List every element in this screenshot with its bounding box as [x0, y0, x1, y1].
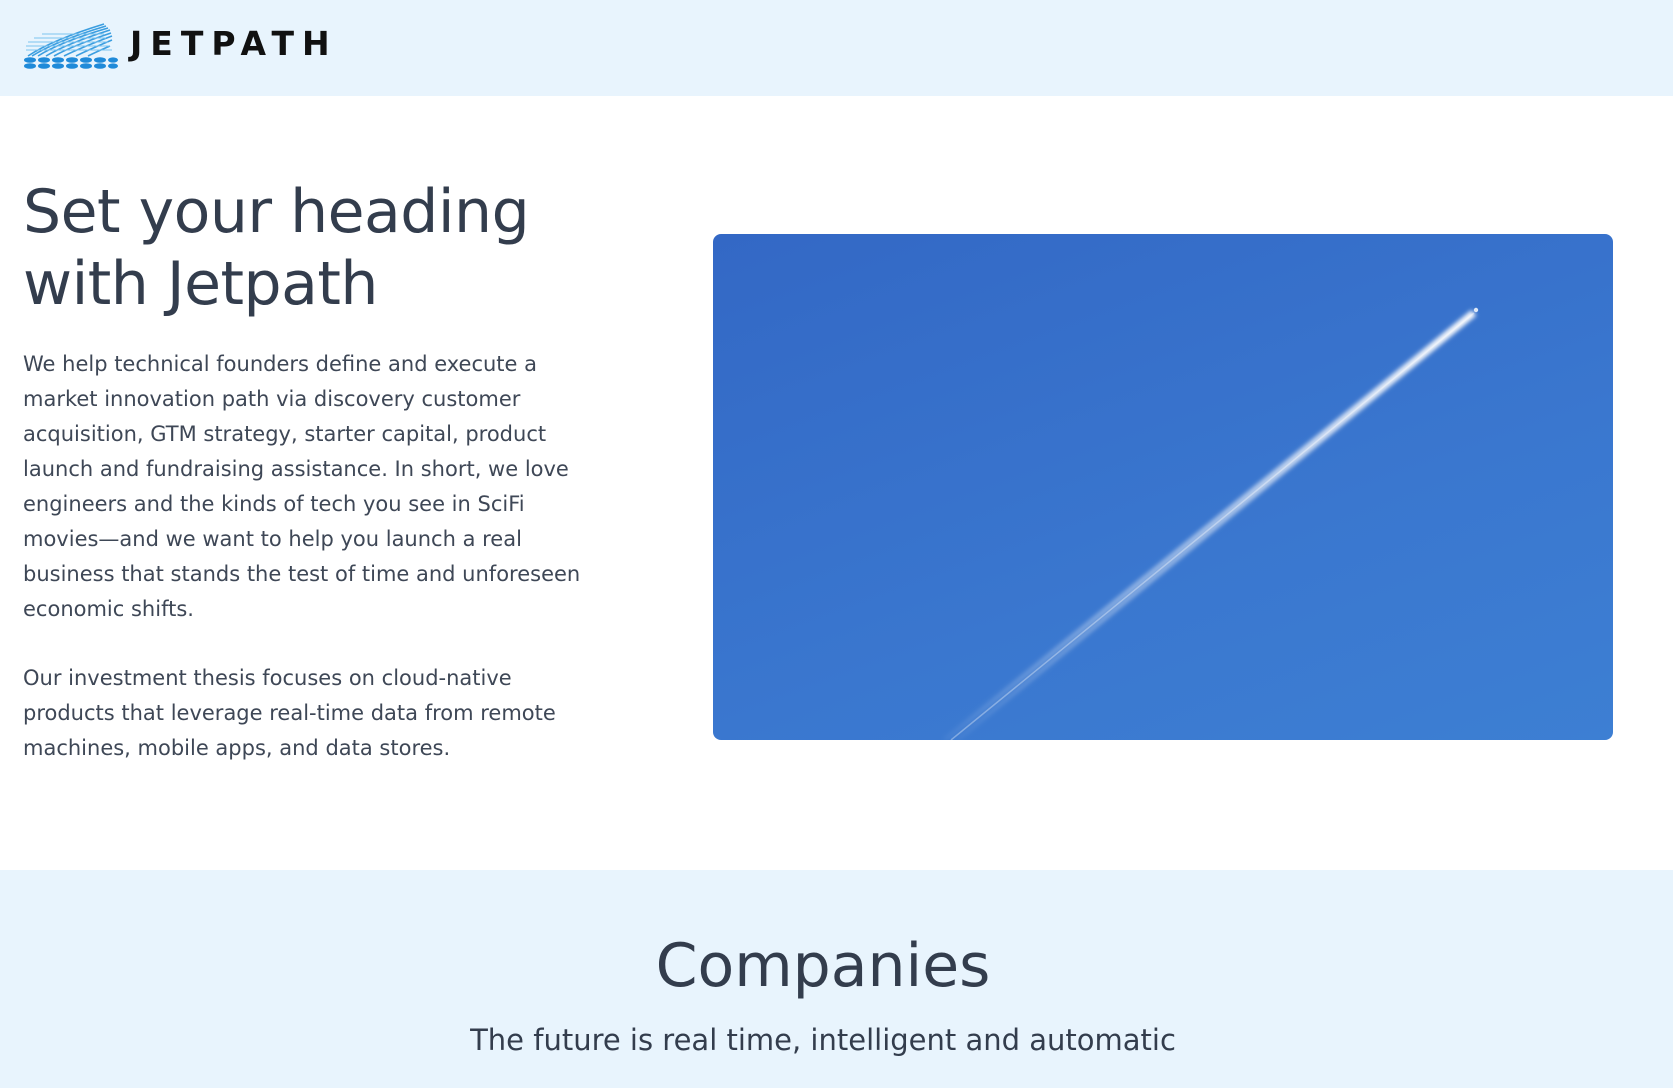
jet-contrail-image [713, 234, 1613, 740]
hero-text-column: Set your heading with Jetpath We help te… [23, 176, 593, 766]
hero-section: Set your heading with Jetpath We help te… [0, 96, 1673, 870]
investment-thesis-text: Our investment thesis focuses on cloud-n… [23, 666, 556, 760]
logo-home-link[interactable]: JETPATH [22, 18, 338, 72]
hero-heading-line1: Set your heading [23, 177, 530, 247]
companies-heading: Companies [655, 931, 991, 1001]
jetpath-logo-icon [24, 23, 118, 69]
hero-heading-line2: with Jetpath [23, 249, 378, 319]
hero-description: We help technical founders define and ex… [23, 352, 581, 621]
companies-section: Companies The future is real time, intel… [0, 870, 1673, 1088]
site-header: JETPATH [0, 0, 1673, 96]
contrail-sky-graphic [943, 307, 1479, 740]
hero-heading: Set your heading with Jetpath [23, 176, 593, 320]
companies-subheading: The future is real time, intelligent and… [470, 1023, 1176, 1057]
logo-wordmark: JETPATH [130, 23, 338, 63]
